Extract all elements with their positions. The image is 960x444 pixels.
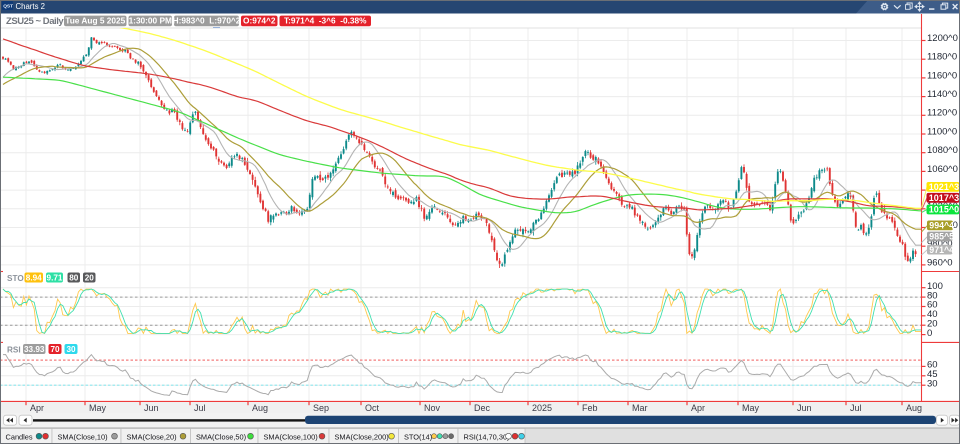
svg-text:SMA(Close,50): SMA(Close,50) — [196, 432, 246, 441]
svg-text:Charts 2: Charts 2 — [16, 2, 45, 11]
svg-text:0: 0 — [927, 328, 932, 339]
svg-text:1015^0: 1015^0 — [929, 205, 959, 215]
svg-text:STO: STO — [7, 274, 24, 283]
svg-text:1200^0: 1200^0 — [927, 33, 958, 44]
svg-text:1160^0: 1160^0 — [927, 70, 957, 81]
svg-text:985^5: 985^5 — [929, 232, 954, 242]
svg-text:Oct: Oct — [365, 403, 380, 413]
svg-text:30: 30 — [927, 378, 938, 389]
svg-text:1:30:00 PM: 1:30:00 PM — [129, 16, 172, 26]
svg-text:Sep: Sep — [313, 403, 329, 413]
svg-text:SMA(Close,100): SMA(Close,100) — [264, 432, 318, 441]
svg-text:Tue Aug 5 2025: Tue Aug 5 2025 — [65, 16, 125, 26]
svg-text:Apr: Apr — [30, 403, 44, 413]
svg-text:Apr: Apr — [691, 403, 705, 413]
svg-text:May: May — [89, 403, 107, 413]
svg-text:RSI(14,70,30): RSI(14,70,30) — [464, 432, 510, 441]
svg-text:Jul: Jul — [850, 403, 862, 413]
svg-text:May: May — [742, 403, 760, 413]
svg-text:1080^0: 1080^0 — [927, 145, 958, 156]
svg-text:1060^0: 1060^0 — [927, 164, 958, 175]
svg-text:Nov: Nov — [424, 403, 441, 413]
svg-text:1100^0: 1100^0 — [927, 126, 957, 137]
svg-text:SMA(Close,20): SMA(Close,20) — [127, 432, 177, 441]
svg-text:O:974^2: O:974^2 — [243, 16, 276, 26]
svg-text:Mar: Mar — [632, 403, 648, 413]
svg-text:Feb: Feb — [582, 403, 598, 413]
svg-text:STO(14): STO(14) — [404, 432, 432, 441]
svg-text:Candles: Candles — [6, 432, 33, 441]
svg-text:70: 70 — [50, 345, 60, 354]
svg-text:SMA(Close,10): SMA(Close,10) — [58, 432, 108, 441]
svg-text:H:983^0 L:970^2: H:983^0 L:970^2 — [173, 16, 241, 26]
svg-text:1140^0: 1140^0 — [927, 89, 957, 100]
svg-text:Aug: Aug — [252, 403, 268, 413]
svg-text:2025: 2025 — [532, 403, 552, 413]
svg-text:1021^3: 1021^3 — [929, 182, 959, 192]
svg-text:20: 20 — [85, 274, 95, 283]
svg-text:1180^0: 1180^0 — [927, 52, 957, 63]
svg-text:QST: QST — [3, 4, 13, 10]
svg-text:Jul: Jul — [194, 403, 206, 413]
svg-text:80: 80 — [69, 274, 79, 283]
svg-text:960^0: 960^0 — [927, 257, 953, 268]
svg-text:T:971^4 -3^6 -0.38%: T:971^4 -3^6 -0.38% — [284, 16, 367, 26]
svg-text:971^4: 971^4 — [929, 245, 954, 255]
svg-text:30: 30 — [66, 345, 76, 354]
svg-text:33.93: 33.93 — [24, 345, 45, 354]
svg-text:Aug: Aug — [906, 403, 922, 413]
svg-text:Jun: Jun — [797, 403, 812, 413]
svg-text:1120^0: 1120^0 — [927, 108, 957, 119]
svg-text:994^4: 994^4 — [929, 221, 954, 231]
svg-text:Dec: Dec — [474, 403, 491, 413]
svg-text:8.94: 8.94 — [26, 274, 42, 283]
svg-text:RSI: RSI — [7, 345, 21, 354]
svg-text:ZSU25 ~ Daily: ZSU25 ~ Daily — [6, 16, 64, 27]
svg-text:1017^3: 1017^3 — [929, 193, 959, 203]
svg-text:SMA(Close,200): SMA(Close,200) — [335, 432, 389, 441]
svg-text:9.71: 9.71 — [47, 274, 63, 283]
svg-text:Jun: Jun — [144, 403, 159, 413]
